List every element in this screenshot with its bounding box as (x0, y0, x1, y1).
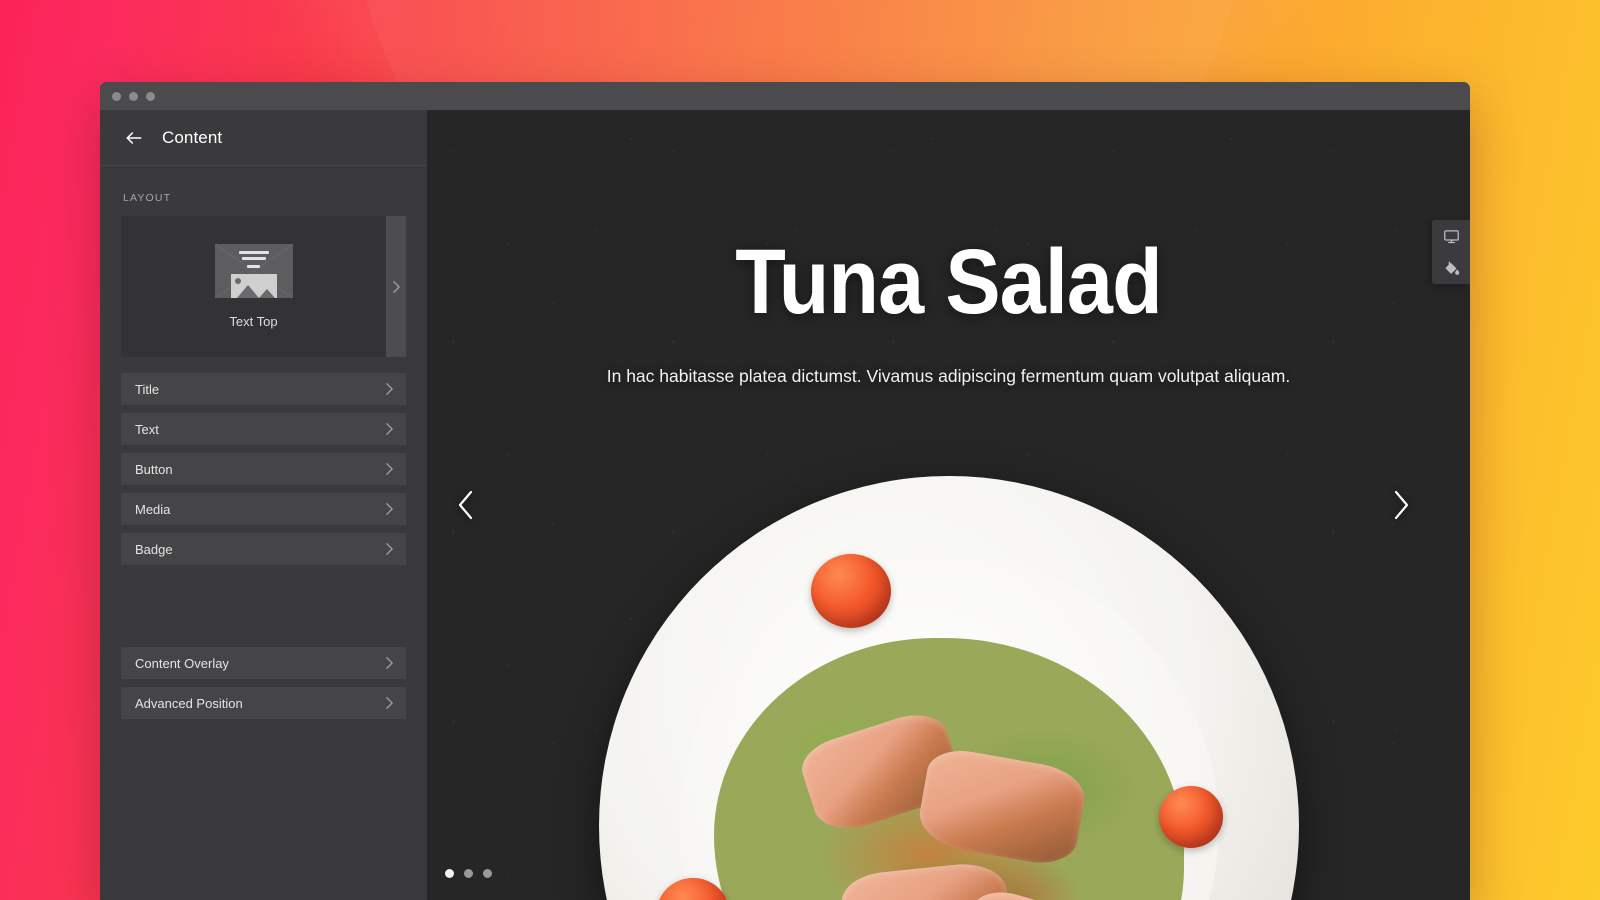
window-close-button[interactable] (112, 91, 121, 101)
thumb-mountain-large (236, 285, 259, 298)
sidebar-row-text[interactable]: Text (121, 413, 406, 445)
row-label: Content Overlay (135, 655, 229, 671)
plate-inner (678, 556, 1219, 900)
carousel-dot-2[interactable] (464, 869, 473, 878)
window-body: Content LAYOUT Text Top Title Text Butto… (100, 110, 1470, 900)
layout-picker: Text Top (121, 216, 406, 357)
cherry-tomato (1158, 786, 1223, 848)
thumbnail-image-glyph (230, 274, 277, 298)
cherry-tomato (810, 554, 891, 628)
row-label: Button (135, 461, 173, 477)
row-label: Title (135, 381, 160, 397)
window-minimize-button[interactable] (129, 91, 138, 101)
thumb-line-2 (241, 257, 266, 260)
content-element-list: Title Text Button Media Badge (121, 373, 406, 565)
thumb-line-1 (238, 251, 269, 254)
browser-window: Content LAYOUT Text Top Title Text Butto… (100, 82, 1470, 900)
carousel-next-button[interactable] (1384, 483, 1418, 527)
row-label: Badge (135, 541, 173, 557)
row-label: Media (135, 501, 171, 517)
sidebar-scroll-area[interactable]: LAYOUT Text Top Title Text Button Media … (100, 166, 427, 900)
carousel-dots (445, 869, 492, 878)
carousel-prev-button[interactable] (449, 483, 483, 527)
thumb-mountain-small (258, 289, 275, 298)
image-placeholder-icon (214, 244, 293, 298)
carousel-dot-1[interactable] (445, 869, 454, 878)
sidebar-title: Content (162, 127, 223, 147)
paint-bucket-icon (1445, 261, 1459, 275)
sidebar-row-badge[interactable]: Badge (121, 533, 406, 565)
sidebar-row-content-overlay[interactable]: Content Overlay (121, 647, 406, 679)
row-label: Advanced Position (135, 695, 243, 711)
sidebar-row-button[interactable]: Button (121, 453, 406, 485)
carousel-dot-3[interactable] (483, 869, 492, 878)
fill-color-button[interactable] (1432, 252, 1470, 284)
device-preview-button[interactable] (1432, 220, 1470, 252)
chevron-right-icon (386, 423, 393, 435)
chevron-right-icon (1394, 490, 1409, 520)
chevron-right-icon (386, 463, 393, 475)
monitor-icon (1443, 229, 1459, 243)
thumb-sun (234, 278, 241, 284)
preview-canvas: Tuna Salad In hac habitasse platea dictu… (427, 110, 1470, 900)
chevron-right-icon (386, 697, 393, 709)
hero-background-photo (427, 110, 1470, 900)
tuna-slice (914, 744, 1089, 869)
content-sidebar: Content LAYOUT Text Top Title Text Butto… (100, 110, 427, 900)
salad-contents (713, 637, 1184, 900)
chevron-right-icon (386, 543, 393, 555)
chevron-right-icon (386, 383, 393, 395)
sidebar-row-media[interactable]: Media (121, 493, 406, 525)
layout-option-card[interactable]: Text Top (121, 216, 386, 357)
thumbnail-text-lines (215, 251, 293, 268)
window-maximize-button[interactable] (146, 91, 155, 101)
content-advanced-list: Content Overlay Advanced Position (121, 647, 406, 719)
chevron-left-icon (458, 490, 473, 520)
layout-section-label: LAYOUT (123, 192, 172, 204)
thumb-line-3 (247, 265, 260, 268)
layout-next-button[interactable] (386, 216, 406, 357)
canvas-tool-rail (1432, 220, 1470, 284)
sidebar-row-advanced-position[interactable]: Advanced Position (121, 687, 406, 719)
window-titlebar (100, 82, 1470, 110)
layout-option-label: Text Top (229, 314, 278, 329)
chevron-right-icon (392, 280, 400, 293)
chevron-right-icon (386, 657, 393, 669)
chevron-right-icon (386, 503, 393, 515)
back-button[interactable] (124, 128, 144, 148)
arrow-left-icon (126, 131, 142, 144)
sidebar-row-title[interactable]: Title (121, 373, 406, 405)
row-label: Text (135, 421, 159, 437)
sidebar-header: Content (100, 110, 427, 166)
